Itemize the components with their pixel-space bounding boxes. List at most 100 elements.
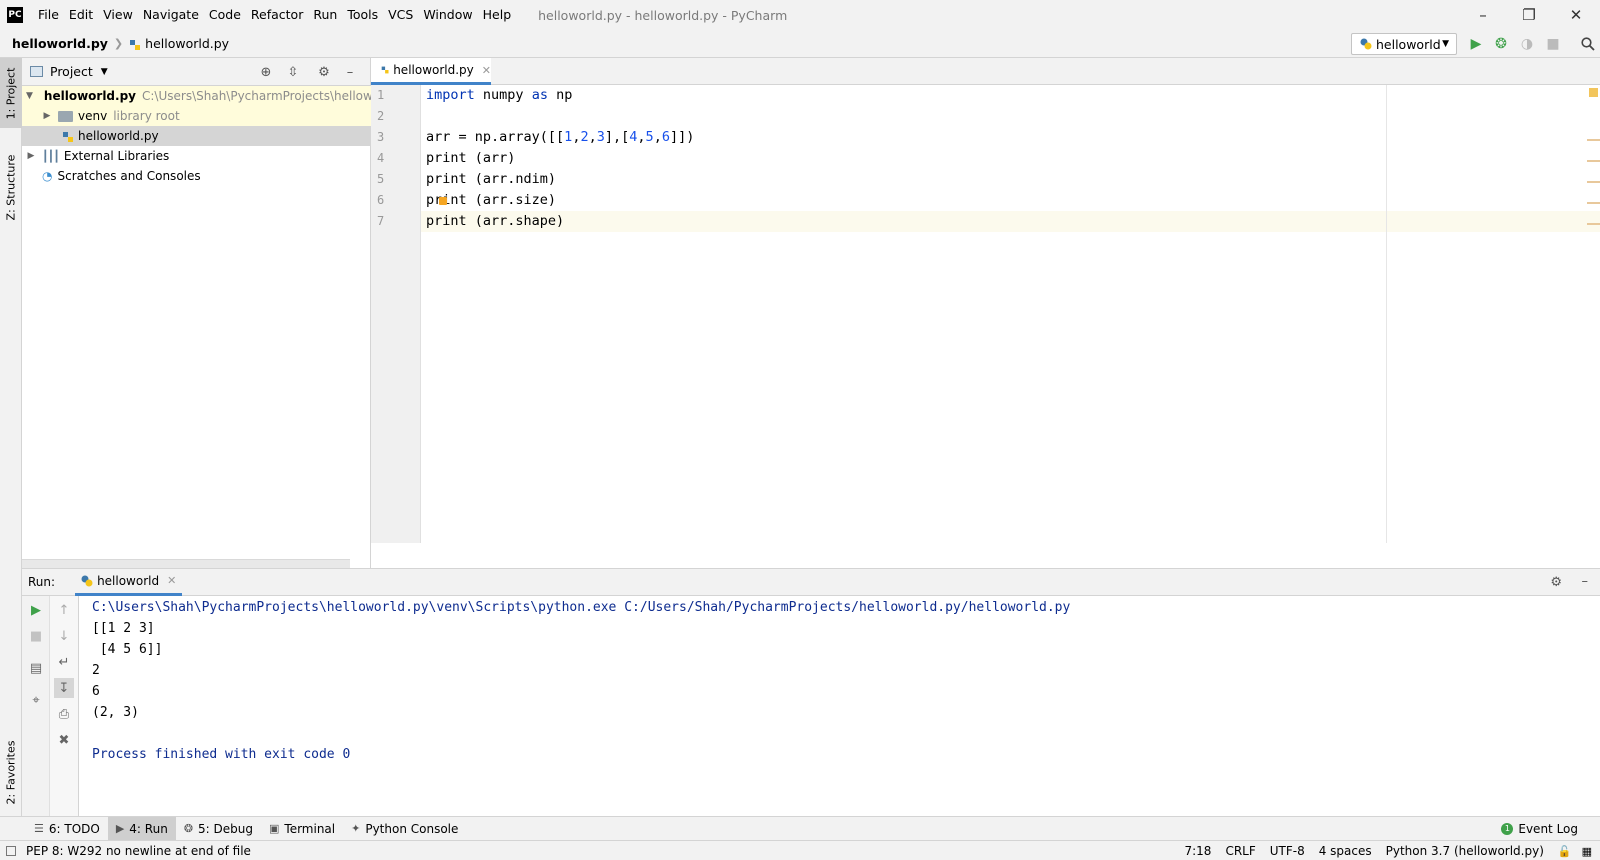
error-stripe-mark[interactable] bbox=[1587, 223, 1600, 225]
minimize-icon[interactable]: – bbox=[1460, 0, 1506, 30]
restore-icon[interactable]: ❐ bbox=[1506, 0, 1552, 30]
line-number: 6 bbox=[377, 193, 385, 207]
error-stripe-mark[interactable] bbox=[1587, 160, 1600, 162]
tree-item-external-libraries[interactable]: ▶ ┃┃┃ External Libraries bbox=[22, 146, 371, 166]
warning-indicator-icon[interactable] bbox=[1589, 88, 1598, 97]
run-tab-helloworld[interactable]: helloworld ✕ bbox=[75, 569, 183, 596]
file-encoding[interactable]: UTF-8 bbox=[1270, 844, 1305, 858]
gear-icon[interactable]: ⚙ bbox=[1550, 575, 1562, 590]
collapse-arrow-icon[interactable]: ▶ bbox=[26, 151, 36, 161]
menu-vcs[interactable]: VCS bbox=[383, 0, 418, 30]
tree-item-label: venv bbox=[78, 109, 108, 123]
stop-icon[interactable]: ■ bbox=[1543, 34, 1563, 54]
status-message[interactable]: PEP 8: W292 no newline at end of file bbox=[6, 844, 251, 858]
tree-item-helloworld-file[interactable]: helloworld.py bbox=[22, 126, 371, 146]
error-stripe-mark[interactable] bbox=[1587, 181, 1600, 183]
folder-icon bbox=[58, 110, 73, 122]
menu-edit[interactable]: Edit bbox=[64, 0, 98, 30]
breadcrumb-project[interactable]: helloworld.py bbox=[12, 36, 108, 51]
caret-position[interactable]: 7:18 bbox=[1184, 844, 1211, 858]
lock-icon[interactable]: 🔓 bbox=[1558, 845, 1572, 858]
project-window-icon bbox=[30, 66, 43, 77]
tool-tab-run[interactable]: ▶ 4: Run bbox=[107, 816, 176, 841]
menu-tools[interactable]: Tools bbox=[342, 0, 383, 30]
breadcrumb-file[interactable]: helloworld.py bbox=[129, 36, 229, 51]
menu-file[interactable]: File bbox=[33, 0, 64, 30]
menu-help[interactable]: Help bbox=[478, 0, 517, 30]
collapse-all-icon[interactable]: ⇳ bbox=[284, 63, 302, 81]
scroll-up-icon[interactable]: ↑ bbox=[54, 600, 74, 620]
event-log-button[interactable]: 1 Event Log bbox=[1501, 817, 1578, 841]
pin-icon[interactable]: ⌖ bbox=[26, 690, 46, 710]
search-everywhere-icon[interactable] bbox=[1578, 34, 1598, 54]
close-tab-icon[interactable]: ✕ bbox=[482, 64, 491, 77]
print-icon[interactable]: ⎙ bbox=[54, 704, 74, 724]
run-console[interactable] bbox=[79, 596, 1600, 816]
intention-bulb-icon[interactable] bbox=[439, 197, 447, 205]
event-count-badge: 1 bbox=[1501, 823, 1514, 835]
project-panel-title[interactable]: Project bbox=[50, 64, 93, 79]
python-interpreter[interactable]: Python 3.7 (helloworld.py) bbox=[1386, 844, 1544, 858]
code-text: numpy bbox=[474, 87, 532, 103]
error-stripe-mark[interactable] bbox=[1587, 139, 1600, 141]
line-separator[interactable]: CRLF bbox=[1225, 844, 1255, 858]
tree-item-venv[interactable]: ▶ venv library root bbox=[22, 106, 371, 126]
scratches-icon: ◔ bbox=[42, 169, 53, 183]
rerun-icon[interactable]: ▶ bbox=[26, 600, 46, 620]
tool-tab-todo[interactable]: ☰ 6: TODO bbox=[26, 817, 108, 841]
layout-icon[interactable]: ▤ bbox=[26, 658, 46, 678]
tool-tab-run-label: 4: Run bbox=[129, 821, 168, 836]
run-icon[interactable]: ▶ bbox=[1466, 34, 1486, 54]
code-keyword: as bbox=[531, 87, 548, 103]
breadcrumb-file-label: helloworld.py bbox=[145, 36, 230, 51]
tool-tab-python-console[interactable]: ✦ Python Console bbox=[343, 817, 466, 841]
menu-code[interactable]: Code bbox=[204, 0, 246, 30]
tool-tab-favorites[interactable]: 2: Favorites bbox=[0, 730, 22, 814]
close-window-icon[interactable]: ✕ bbox=[1553, 0, 1599, 30]
python-file-icon bbox=[62, 129, 78, 143]
tree-item-label: External Libraries bbox=[63, 149, 170, 163]
hide-panel-icon[interactable]: – bbox=[1582, 574, 1589, 589]
tree-item-hint: library root bbox=[113, 109, 180, 123]
close-tab-icon[interactable]: ✕ bbox=[167, 574, 176, 587]
tool-tab-terminal[interactable]: ▣ Terminal bbox=[261, 817, 343, 841]
tree-item-path: C:\Users\Shah\PycharmProjects\helloworld… bbox=[142, 89, 371, 103]
trash-icon[interactable]: ✖ bbox=[54, 730, 74, 750]
hide-panel-icon[interactable]: – bbox=[341, 63, 359, 81]
code-line-1: import numpy as np bbox=[426, 87, 572, 103]
status-message-text: PEP 8: W292 no newline at end of file bbox=[26, 843, 251, 858]
toggle-tool-windows-icon[interactable] bbox=[6, 845, 16, 856]
tool-tab-structure[interactable]: Z: Structure bbox=[0, 150, 22, 224]
run-config-select[interactable]: helloworld ▼ bbox=[1351, 33, 1457, 55]
editor-tab-helloworld[interactable]: helloworld.py ✕ bbox=[371, 58, 491, 85]
chevron-down-icon[interactable]: ▼ bbox=[101, 67, 108, 77]
expand-arrow-icon[interactable]: ▼ bbox=[26, 91, 33, 101]
menu-navigate[interactable]: Navigate bbox=[138, 0, 204, 30]
gear-icon[interactable]: ⚙ bbox=[315, 63, 333, 81]
coverage-icon[interactable]: ◑ bbox=[1517, 34, 1537, 54]
soft-wrap-icon[interactable]: ↵ bbox=[54, 652, 74, 672]
menu-view[interactable]: View bbox=[98, 0, 138, 30]
menu-run[interactable]: Run bbox=[308, 0, 342, 30]
error-stripe-mark[interactable] bbox=[1587, 202, 1600, 204]
line-number: 7 bbox=[377, 214, 385, 228]
scroll-to-end-icon[interactable]: ↧ bbox=[54, 678, 74, 698]
code-text: , bbox=[588, 129, 597, 145]
locate-target-icon[interactable]: ⊕ bbox=[257, 63, 275, 81]
tree-item-scratches[interactable]: ◔ Scratches and Consoles bbox=[22, 166, 371, 186]
scroll-down-icon[interactable]: ↓ bbox=[54, 626, 74, 646]
code-editor[interactable] bbox=[421, 85, 1600, 543]
indent-setting[interactable]: 4 spaces bbox=[1319, 844, 1372, 858]
code-text: , bbox=[637, 129, 646, 145]
project-horizontal-scrollbar[interactable] bbox=[22, 559, 350, 568]
menu-refactor[interactable]: Refactor bbox=[246, 0, 308, 30]
tool-tab-favorites-label: 2: Favorites bbox=[4, 740, 18, 804]
tree-item-project-root[interactable]: ▼ helloworld.py C:\Users\Shah\PycharmPro… bbox=[22, 86, 371, 106]
memory-indicator-icon[interactable]: ▦ bbox=[1582, 845, 1592, 858]
debug-bug-icon[interactable]: ❂ bbox=[1491, 34, 1511, 54]
menu-window[interactable]: Window bbox=[418, 0, 477, 30]
tool-tab-debug[interactable]: ❂ 5: Debug bbox=[176, 817, 261, 841]
tool-tab-project[interactable]: 1: Project bbox=[0, 58, 22, 128]
stop-icon[interactable]: ■ bbox=[26, 626, 46, 646]
collapse-arrow-icon[interactable]: ▶ bbox=[42, 111, 52, 121]
